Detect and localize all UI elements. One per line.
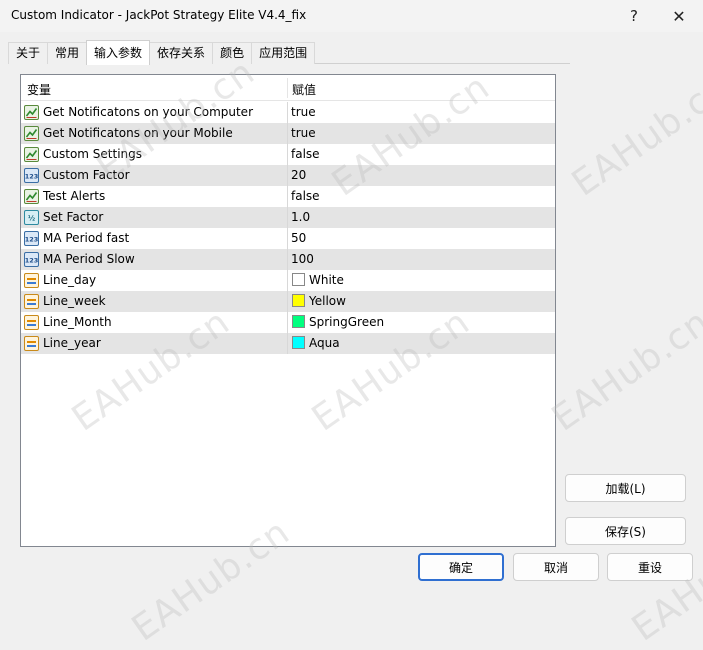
parameter-name: Custom Factor	[43, 168, 130, 182]
cancel-button[interactable]: 取消	[513, 553, 599, 581]
color-icon	[24, 294, 39, 309]
window-title: Custom Indicator - JackPot Strategy Elit…	[11, 8, 307, 22]
title-bar: Custom Indicator - JackPot Strategy Elit…	[0, 0, 703, 32]
column-header-value[interactable]: 赋值	[292, 81, 316, 98]
parameter-name: Line_year	[43, 336, 101, 350]
svg-text:½: ½	[28, 215, 35, 223]
table-header: 变量 赋值	[21, 75, 555, 101]
help-icon: ?	[630, 7, 638, 25]
color-icon	[24, 273, 39, 288]
table-row[interactable]: Custom Settings false	[21, 144, 555, 165]
parameter-value[interactable]: White	[309, 273, 344, 287]
table-row[interactable]: Get Notificatons on your Computer true	[21, 102, 555, 123]
table-row[interactable]: Line_Month SpringGreen	[21, 312, 555, 333]
table-row[interactable]: 123 MA Period Slow 100	[21, 249, 555, 270]
color-icon	[24, 336, 39, 351]
parameter-value[interactable]: true	[291, 126, 316, 140]
reset-button[interactable]: 重设	[607, 553, 693, 581]
double-icon: ½	[24, 210, 39, 225]
cell-divider	[287, 270, 288, 291]
tab-dependencies[interactable]: 依存关系	[149, 42, 214, 64]
color-swatch[interactable]	[292, 294, 305, 307]
int-icon: 123	[24, 168, 39, 183]
table-row[interactable]: Line_week Yellow	[21, 291, 555, 312]
parameter-value[interactable]: false	[291, 189, 320, 203]
help-button[interactable]: ?	[612, 2, 656, 30]
tab-strip: 关于 常用 输入参数 依存关系 颜色 应用范围	[8, 40, 316, 65]
bool-icon	[24, 189, 39, 204]
parameter-name: MA Period Slow	[43, 252, 135, 266]
table-row[interactable]: Line_day White	[21, 270, 555, 291]
parameter-name: MA Period fast	[43, 231, 130, 245]
parameter-value[interactable]: Aqua	[309, 336, 340, 350]
cell-divider	[287, 102, 288, 123]
load-button[interactable]: 加载(L)	[565, 474, 686, 502]
parameter-name: Line_day	[43, 273, 97, 287]
column-divider[interactable]	[287, 78, 288, 98]
parameter-value[interactable]: 1.0	[291, 210, 310, 224]
parameter-name: Test Alerts	[43, 189, 106, 203]
parameter-value[interactable]: SpringGreen	[309, 315, 384, 329]
close-button[interactable]: ✕	[657, 2, 701, 30]
cell-divider	[287, 186, 288, 207]
tab-colors[interactable]: 颜色	[212, 42, 253, 64]
close-icon: ✕	[672, 6, 686, 26]
column-header-variable[interactable]: 变量	[27, 81, 51, 98]
color-icon	[24, 315, 39, 330]
tab-inputs[interactable]: 输入参数	[86, 40, 151, 65]
watermark-text: EAHub.cn	[564, 66, 703, 205]
parameter-value[interactable]: true	[291, 105, 316, 119]
parameter-value[interactable]: false	[291, 147, 320, 161]
cell-divider	[287, 228, 288, 249]
table-row[interactable]: Line_year Aqua	[21, 333, 555, 354]
svg-text:123: 123	[25, 236, 39, 244]
tab-about[interactable]: 关于	[8, 42, 49, 64]
color-swatch[interactable]	[292, 273, 305, 286]
int-icon: 123	[24, 252, 39, 267]
bool-icon	[24, 147, 39, 162]
cell-divider	[287, 333, 288, 354]
table-row[interactable]: Test Alerts false	[21, 186, 555, 207]
int-icon: 123	[24, 231, 39, 246]
parameter-name: Get Notificatons on your Computer	[43, 105, 253, 119]
save-button[interactable]: 保存(S)	[565, 517, 686, 545]
cell-divider	[287, 249, 288, 270]
cell-divider	[287, 291, 288, 312]
parameter-name: Get Notificatons on your Mobile	[43, 126, 233, 140]
cell-divider	[287, 165, 288, 186]
bool-icon	[24, 105, 39, 120]
svg-text:123: 123	[25, 173, 39, 181]
parameter-value[interactable]: 100	[291, 252, 314, 266]
tab-visualization[interactable]: 应用范围	[251, 42, 316, 64]
tab-common[interactable]: 常用	[47, 42, 88, 64]
parameter-name: Set Factor	[43, 210, 104, 224]
table-row[interactable]: 123 MA Period fast 50	[21, 228, 555, 249]
parameter-name: Custom Settings	[43, 147, 143, 161]
table-row[interactable]: ½ Set Factor 1.0	[21, 207, 555, 228]
parameter-name: Line_week	[43, 294, 106, 308]
parameter-value[interactable]: 50	[291, 231, 306, 245]
color-swatch[interactable]	[292, 315, 305, 328]
svg-text:123: 123	[25, 257, 39, 265]
parameter-value[interactable]: 20	[291, 168, 306, 182]
cell-divider	[287, 144, 288, 165]
parameter-name: Line_Month	[43, 315, 112, 329]
cell-divider	[287, 207, 288, 228]
input-parameters-table: 变量 赋值 Get Notificatons on your Computer t…	[20, 74, 556, 547]
table-row[interactable]: Get Notificatons on your Mobile true	[21, 123, 555, 144]
bool-icon	[24, 126, 39, 141]
cell-divider	[287, 312, 288, 333]
cell-divider	[287, 123, 288, 144]
table-row[interactable]: 123 Custom Factor 20	[21, 165, 555, 186]
ok-button[interactable]: 确定	[418, 553, 504, 581]
parameter-value[interactable]: Yellow	[309, 294, 346, 308]
color-swatch[interactable]	[292, 336, 305, 349]
